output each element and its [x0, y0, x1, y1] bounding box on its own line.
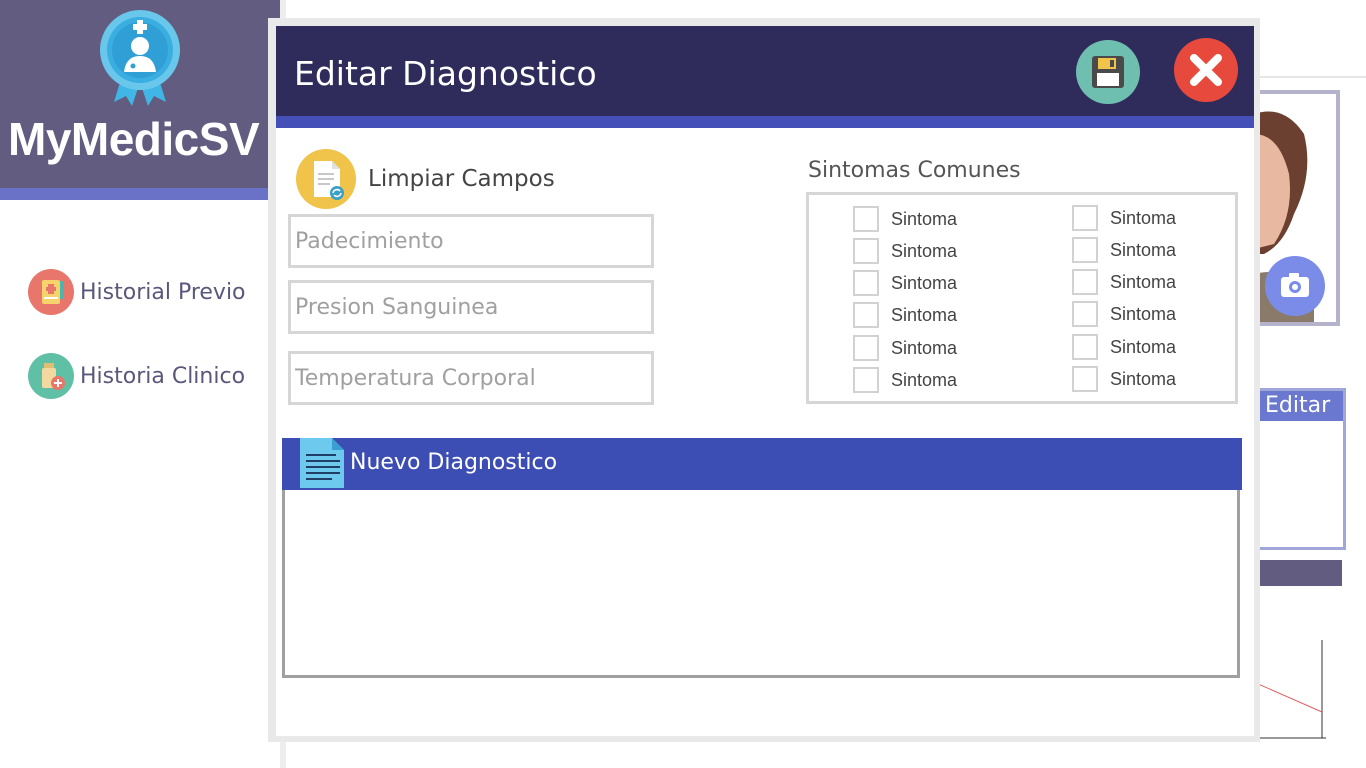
checkbox[interactable] [1072, 334, 1098, 360]
symptoms-list: Sintoma Sintoma Sintoma Sintoma Sintoma … [806, 192, 1238, 404]
sidebar: MyMedicSV Historial Previo Historia Clin… [0, 0, 286, 768]
clear-fields-button[interactable]: Limpiar Campos [296, 148, 555, 210]
floppy-disk-icon [1092, 56, 1124, 88]
symptom-checkbox[interactable]: Sintoma [1072, 236, 1176, 264]
symptom-label: Sintoma [1110, 207, 1177, 228]
temperatura-corporal-field[interactable] [288, 351, 654, 405]
symptom-label: Sintoma [891, 337, 958, 358]
checkbox[interactable] [853, 335, 879, 361]
checkbox[interactable] [853, 206, 879, 232]
symptom-label: Sintoma [1110, 239, 1177, 260]
background-band [1250, 560, 1342, 586]
new-diagnosis-panel: Nuevo Diagnostico [282, 438, 1242, 678]
symptom-label: Sintoma [1110, 271, 1177, 292]
symptom-label: Sintoma [891, 304, 958, 325]
background-card-header[interactable]: Editar [1253, 391, 1343, 421]
background-card: Editar [1250, 388, 1346, 550]
symptom-checkbox[interactable]: Sintoma [1072, 268, 1176, 296]
checkbox[interactable] [853, 238, 879, 264]
presion-sanguinea-field[interactable] [288, 280, 654, 334]
sidebar-item-label: Historial Previo [80, 279, 246, 305]
symptom-label: Sintoma [891, 369, 958, 390]
symptom-label: Sintoma [891, 208, 958, 229]
clear-fields-label: Limpiar Campos [368, 166, 555, 192]
close-icon [1190, 54, 1222, 86]
symptom-label: Sintoma [1110, 368, 1177, 389]
symptom-checkbox[interactable]: Sintoma [853, 269, 957, 297]
doctor-logo-icon [100, 10, 180, 106]
symptom-checkbox[interactable]: Sintoma [1072, 300, 1176, 328]
symptom-label: Sintoma [1110, 303, 1177, 324]
checkbox[interactable] [1072, 237, 1098, 263]
symptom-checkbox[interactable]: Sintoma [853, 301, 957, 329]
symptom-label: Sintoma [1110, 336, 1177, 357]
checkbox[interactable] [1072, 205, 1098, 231]
brand-name: MyMedicSV [8, 113, 260, 165]
dialog-header-accent [276, 116, 1254, 128]
symptom-checkbox[interactable]: Sintoma [1072, 204, 1176, 232]
sidebar-item-label: Historia Clinico [80, 363, 246, 389]
symptom-checkbox[interactable]: Sintoma [853, 366, 957, 394]
symptom-checkbox[interactable]: Sintoma [1072, 333, 1176, 361]
symptoms-title: Sintomas Comunes [808, 158, 1021, 183]
new-diagnosis-header: Nuevo Diagnostico [282, 438, 1242, 490]
symptom-checkbox[interactable]: Sintoma [853, 334, 957, 362]
app-root: MyMedicSV Historial Previo Historia Clin… [0, 0, 1366, 768]
symptom-label: Sintoma [891, 272, 958, 293]
refresh-document-icon [296, 149, 356, 209]
medicine-bottle-icon [28, 353, 74, 399]
close-button[interactable] [1174, 38, 1238, 102]
checkbox[interactable] [853, 270, 879, 296]
checkbox[interactable] [853, 302, 879, 328]
symptom-checkbox[interactable]: Sintoma [853, 205, 957, 233]
medical-record-icon [28, 269, 74, 315]
save-button[interactable] [1076, 40, 1140, 104]
sidebar-item-historial-previo[interactable]: Historial Previo [28, 268, 246, 316]
background-divider [1250, 76, 1366, 78]
checkbox[interactable] [1072, 366, 1098, 392]
camera-icon[interactable] [1265, 256, 1325, 316]
brand-panel: MyMedicSV [0, 0, 280, 188]
dialog-title: Editar Diagnostico [294, 54, 597, 93]
brand-accent-bar [0, 188, 280, 200]
diagnosis-textarea[interactable] [285, 490, 1237, 675]
new-diagnosis-label: Nuevo Diagnostico [350, 450, 558, 475]
symptom-checkbox[interactable]: Sintoma [1072, 365, 1176, 393]
sidebar-item-historia-clinico[interactable]: Historia Clinico [28, 352, 245, 400]
dialog-header: Editar Diagnostico [276, 26, 1254, 116]
padecimiento-field[interactable] [288, 214, 654, 268]
symptom-checkbox[interactable]: Sintoma [853, 237, 957, 265]
checkbox[interactable] [1072, 269, 1098, 295]
edit-diagnosis-dialog: Editar Diagnostico Limpiar Campos Padeci… [276, 26, 1254, 736]
checkbox[interactable] [1072, 301, 1098, 327]
checkbox[interactable] [853, 367, 879, 393]
document-icon [300, 438, 344, 488]
symptom-label: Sintoma [891, 240, 958, 261]
